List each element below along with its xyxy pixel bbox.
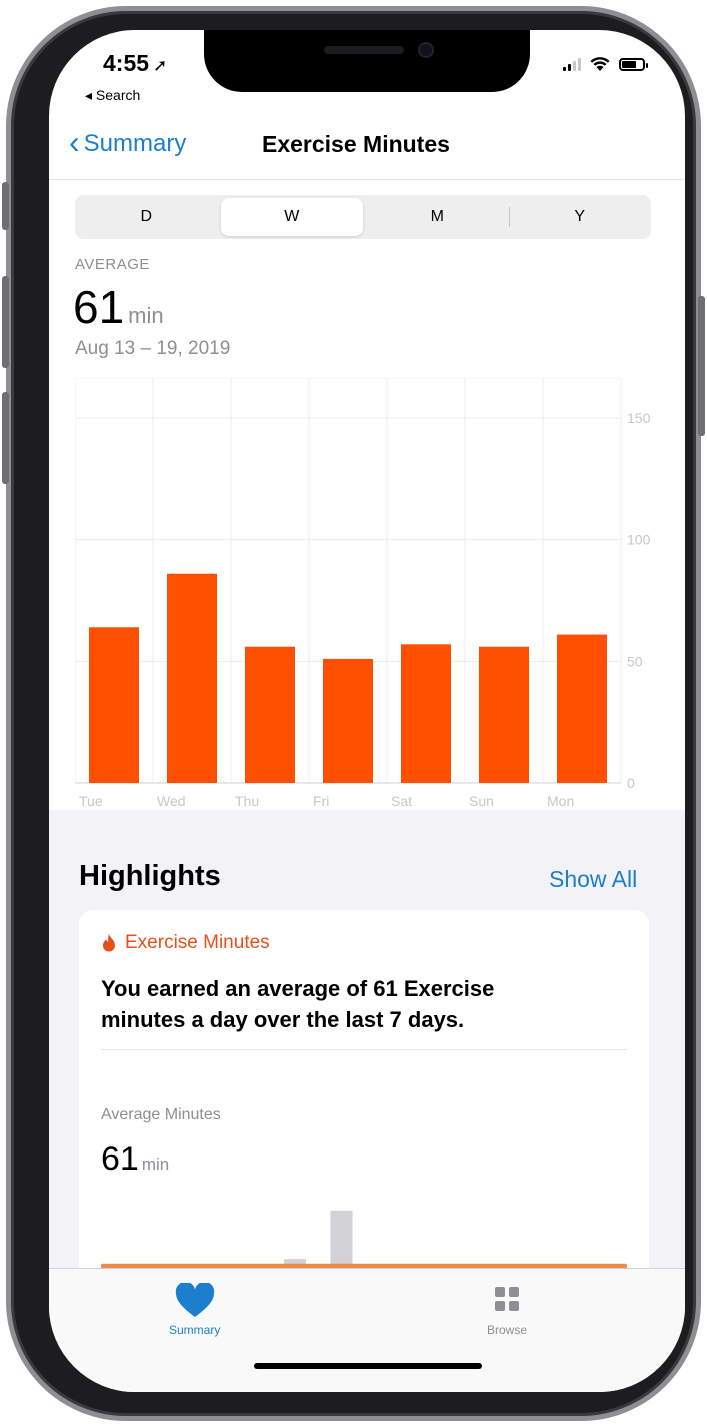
volume-down-button: [2, 392, 9, 484]
location-arrow-icon: ➚: [153, 56, 168, 75]
bar: [245, 646, 295, 783]
chart-svg: 150 100 50 0 Tue Wed Thu Fri Sat Sun Mon: [75, 378, 651, 808]
bar: [479, 646, 529, 783]
exercise-bar-chart[interactable]: 150 100 50 0 Tue Wed Thu Fri Sat Sun Mon: [75, 378, 675, 808]
tab-browse[interactable]: Browse: [487, 1283, 527, 1337]
card-summary-text: You earned an average of 61 Exercise min…: [101, 976, 495, 1032]
x-tick-label: Fri: [313, 793, 329, 808]
back-label: Summary: [83, 130, 187, 157]
back-to-app-link[interactable]: ◂ Search: [85, 87, 140, 104]
wifi-icon: [590, 57, 610, 71]
x-tick-label: Sun: [469, 793, 494, 808]
y-tick-label: 150: [627, 410, 651, 426]
average-label: AVERAGE: [75, 256, 150, 273]
segment-week[interactable]: W: [220, 198, 363, 236]
card-category: Exercise Minutes: [125, 932, 270, 953]
bar: [401, 644, 451, 783]
speaker-grille: [324, 46, 404, 54]
status-time: 4:55 ➚: [103, 50, 167, 77]
segment-month[interactable]: M: [366, 195, 509, 239]
card-header: Exercise Minutes: [101, 932, 270, 954]
cellular-signal-icon: [563, 57, 581, 71]
bar: [167, 573, 217, 783]
back-button[interactable]: ‹ Summary: [69, 126, 187, 158]
metric-label: Average Minutes: [101, 1106, 221, 1123]
metric-unit: min: [141, 1155, 170, 1174]
bar: [89, 627, 139, 783]
y-tick-label: 100: [627, 532, 651, 548]
x-tick-label: Thu: [235, 793, 259, 808]
highlight-card[interactable]: Exercise Minutes You earned an average o…: [79, 910, 649, 1310]
navigation-bar: ‹ Summary Exercise Minutes: [49, 122, 685, 180]
action-button: [2, 182, 9, 230]
x-tick-label: Wed: [157, 793, 186, 808]
tab-browse-label: Browse: [487, 1323, 528, 1337]
highlights-title: Highlights: [79, 860, 221, 892]
y-tick-label: 50: [627, 653, 643, 669]
card-divider: [101, 1049, 627, 1050]
metric-value: 61 min: [101, 1140, 169, 1179]
x-tick-label: Tue: [79, 793, 103, 808]
bar: [557, 634, 607, 783]
page-title: Exercise Minutes: [262, 131, 450, 157]
status-icons: [563, 56, 648, 72]
heart-icon: [175, 1283, 214, 1317]
date-range: Aug 13 – 19, 2019: [75, 338, 231, 359]
average-number: 61: [73, 281, 125, 333]
tab-bar: Summary Browse: [49, 1268, 685, 1392]
front-camera: [418, 42, 434, 58]
chevron-left-icon: ‹: [69, 124, 80, 160]
segment-year[interactable]: Y: [508, 195, 652, 239]
battery-icon: [619, 57, 648, 71]
notch: [204, 30, 530, 92]
x-tick-label: Mon: [547, 793, 574, 808]
metric-number: 61: [101, 1140, 139, 1178]
period-segmented-control: D W M Y: [75, 195, 651, 239]
phone-screen: 4:55 ➚ ◂ Search ‹ Summary Exercise Minute…: [49, 30, 685, 1392]
flame-icon: [103, 934, 115, 952]
bar: [323, 658, 373, 783]
x-tick-label: Sat: [391, 793, 412, 808]
average-unit: min: [128, 303, 164, 328]
tab-summary-label: Summary: [169, 1323, 221, 1337]
show-all-link[interactable]: Show All: [549, 866, 637, 893]
volume-up-button: [2, 276, 9, 368]
segment-day[interactable]: D: [75, 195, 218, 239]
average-value: 61 min: [73, 280, 164, 334]
tab-summary[interactable]: Summary: [169, 1283, 220, 1337]
y-tick-label: 0: [627, 775, 635, 791]
home-indicator: [254, 1363, 482, 1369]
power-button: [698, 296, 705, 436]
grid-icon: [495, 1287, 519, 1311]
time-text: 4:55: [103, 50, 150, 76]
